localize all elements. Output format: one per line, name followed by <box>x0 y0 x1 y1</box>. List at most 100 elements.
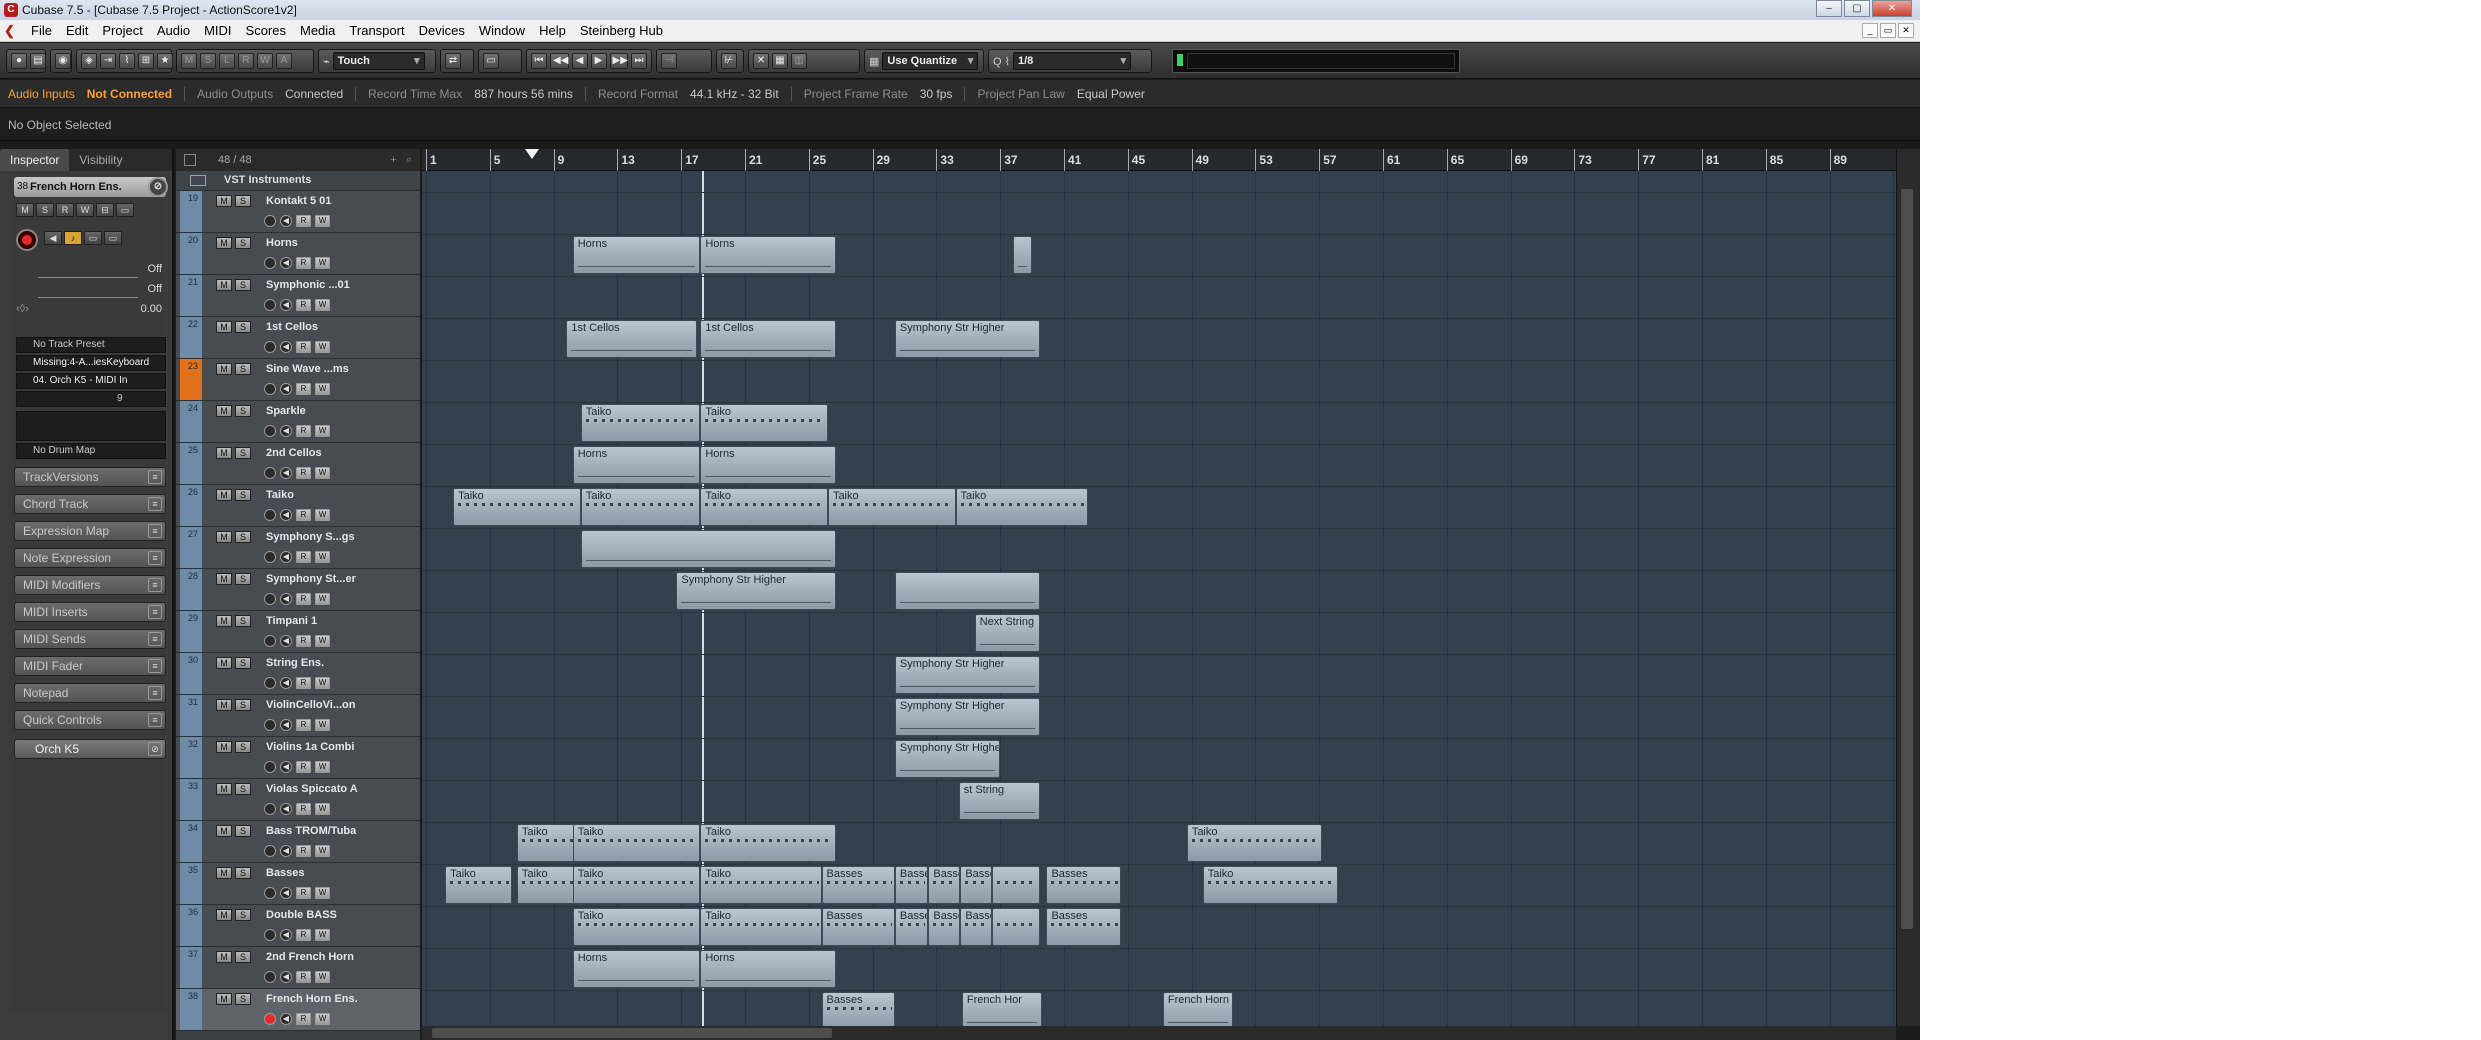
track-row[interactable]: 19 M S Kontakt 5 01 ◀ R W <box>176 191 420 233</box>
track-name[interactable]: String Ens. <box>266 657 324 669</box>
write-automation-button[interactable]: W <box>315 1013 330 1025</box>
horizontal-scrollbar[interactable] <box>422 1026 1896 1040</box>
solo-button[interactable]: S <box>235 993 251 1005</box>
grid-type-icon[interactable]: ▦ <box>772 53 788 69</box>
solo-button[interactable]: S <box>235 699 251 711</box>
write-automation-button[interactable]: W <box>315 635 330 647</box>
read-automation-button[interactable]: R <box>296 887 311 899</box>
write-automation-button[interactable]: W <box>315 845 330 857</box>
track-state-button-m[interactable]: M <box>181 53 197 69</box>
monitor-button[interactable]: ◀ <box>280 467 292 479</box>
mute-button[interactable]: M <box>216 783 232 795</box>
doc-restore-button[interactable]: ▭ <box>1880 23 1896 38</box>
solo-button[interactable]: S <box>235 783 251 795</box>
mute-button[interactable]: M <box>16 203 34 217</box>
write-automation-button[interactable]: W <box>315 509 330 521</box>
event-part[interactable]: Taiko <box>516 866 578 904</box>
doc-close-button[interactable]: ✕ <box>1898 23 1914 38</box>
event-part[interactable] <box>580 530 836 568</box>
solo-button[interactable]: S <box>235 951 251 963</box>
track-name[interactable]: Timpani 1 <box>266 615 317 627</box>
menu-audio[interactable]: Audio <box>150 20 197 42</box>
solo-button[interactable]: S <box>235 363 251 375</box>
track-row[interactable]: 24 M S Sparkle ◀ R W <box>176 401 420 443</box>
snap-mode-icon[interactable]: ▥ <box>791 53 807 69</box>
track-name[interactable]: Taiko <box>266 489 294 501</box>
event-part[interactable]: Taiko <box>572 908 701 946</box>
event-part[interactable]: 1st Cellos <box>700 320 836 358</box>
forward-icon[interactable]: ▶▶ <box>609 53 628 69</box>
midi-output-field[interactable]: 04. Orch K5 - MIDI In <box>16 373 166 389</box>
record-enable-button[interactable] <box>264 761 276 773</box>
mute-button[interactable]: M <box>216 657 232 669</box>
event-part[interactable]: Taiko <box>1202 866 1339 904</box>
event-part[interactable]: Taiko <box>700 824 836 862</box>
quantize-select[interactable]: 1/8 <box>1012 52 1131 70</box>
track-preset-field[interactable]: No Track Preset <box>16 337 166 353</box>
next-marker-icon[interactable]: ▶ <box>590 53 607 69</box>
track-row[interactable]: 28 M S Symphony St...er ◀ R W <box>176 569 420 611</box>
monitor-button[interactable]: ◀ <box>280 845 292 857</box>
event-part[interactable]: Horns <box>700 446 836 484</box>
track-name[interactable]: Bass TROM/Tuba <box>266 825 356 837</box>
record-enable-button[interactable] <box>264 551 276 563</box>
event-part[interactable]: Symphony Str Higher <box>894 320 1041 358</box>
monitor-button[interactable]: ◀ <box>280 509 292 521</box>
solo-button[interactable]: S <box>235 489 251 501</box>
minimize-button[interactable]: ‒ <box>1816 0 1842 17</box>
menu-steinberg-hub[interactable]: Steinberg Hub <box>573 20 670 42</box>
solo-button[interactable]: S <box>235 447 251 459</box>
midi-input-field[interactable]: Missing:4-A...iesKeyboard <box>16 355 166 371</box>
freeze-icon[interactable]: ▭ <box>84 231 102 245</box>
event-part[interactable] <box>992 866 1041 904</box>
menu-file[interactable]: File <box>24 20 59 42</box>
write-automation-button[interactable]: W <box>315 971 330 983</box>
event-part[interactable]: Symphony Str Higher <box>894 698 1041 736</box>
event-part[interactable]: Basses <box>821 866 895 904</box>
event-part[interactable] <box>992 908 1041 946</box>
event-part[interactable]: Taiko <box>827 488 956 526</box>
constrain-delay-icon[interactable]: ◉ <box>55 53 71 69</box>
nudge-icon[interactable]: ⊣ <box>661 53 677 69</box>
event-part[interactable]: Taiko <box>453 488 581 526</box>
monitor-button[interactable]: ◀ <box>280 803 292 815</box>
event-part[interactable]: Horns <box>572 236 701 274</box>
solo-button[interactable]: S <box>235 867 251 879</box>
track-name[interactable]: Sine Wave ...ms <box>266 363 349 375</box>
patch-field[interactable] <box>16 411 166 441</box>
drum-map-field[interactable]: No Drum Map <box>16 443 166 459</box>
mute-button[interactable]: M <box>216 195 232 207</box>
event-part[interactable] <box>894 572 1041 610</box>
menu-midi[interactable]: MIDI <box>197 20 238 42</box>
mute-button[interactable]: M <box>216 867 232 879</box>
track-state-button-l[interactable]: L <box>219 53 235 69</box>
track-row[interactable]: 33 M S Violas Spiccato A ◀ R W <box>176 779 420 821</box>
menu-media[interactable]: Media <box>293 20 342 42</box>
record-enable-button[interactable] <box>264 677 276 689</box>
mute-button[interactable]: M <box>216 531 232 543</box>
inspector-section-quick-controls[interactable]: Quick Controls ≡ <box>14 710 166 730</box>
solo-button[interactable]: S <box>235 195 251 207</box>
menu-help[interactable]: Help <box>532 20 573 42</box>
delay-row[interactable]: ‹◊› 0.00 <box>16 303 166 319</box>
monitor-button[interactable]: ◀ <box>280 425 292 437</box>
monitor-icon[interactable]: ◀ <box>44 231 62 245</box>
read-automation-button[interactable]: R <box>296 593 311 605</box>
rewind-icon[interactable]: ◀◀ <box>550 53 569 69</box>
lanes-icon[interactable]: ▭ <box>104 231 122 245</box>
folder-track[interactable]: VST Instruments <box>176 171 420 191</box>
arrange-area[interactable]: Horns Horns 1st Cellos 1st Cellos Symphony S… <box>422 171 1896 1026</box>
volume-row[interactable]: Off <box>16 263 166 279</box>
event-part[interactable]: Basses <box>1046 866 1122 904</box>
record-enable-button[interactable] <box>264 887 276 899</box>
monitor-button[interactable]: ◀ <box>280 635 292 647</box>
event-part[interactable]: Symphony Str Higher <box>894 656 1041 694</box>
event-part[interactable]: Horns <box>700 236 836 274</box>
track-name[interactable]: 2nd French Horn <box>266 951 354 963</box>
monitor-button[interactable]: ◀ <box>280 887 292 899</box>
record-enable-button[interactable] <box>16 229 38 251</box>
track-row[interactable]: 35 M S Basses ◀ R W <box>176 863 420 905</box>
event-part[interactable]: Symphony Str Higher <box>676 572 836 610</box>
mute-button[interactable]: M <box>216 573 232 585</box>
event-part[interactable]: Taiko <box>1186 824 1323 862</box>
